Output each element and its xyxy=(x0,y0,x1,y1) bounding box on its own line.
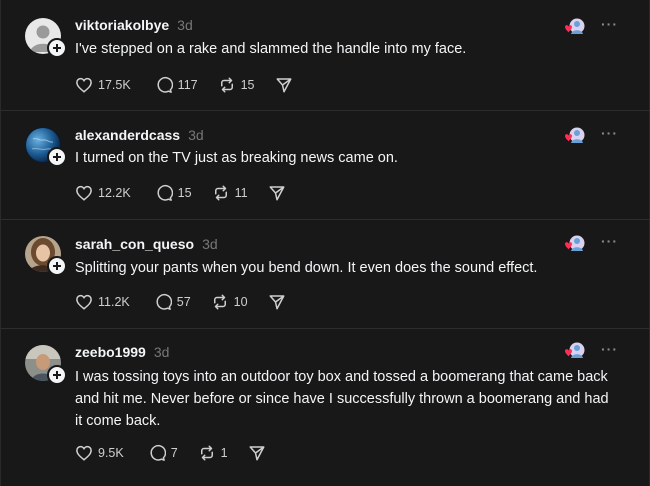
reply-count: 57 xyxy=(176,295,191,309)
like-button[interactable]: 11.2K xyxy=(75,293,130,311)
like-button[interactable]: 17.5K xyxy=(75,76,131,94)
post-text: I was tossing toys into an outdoor toy b… xyxy=(75,369,609,429)
post-text: I've stepped on a rake and slammed the h… xyxy=(75,41,467,57)
share-button[interactable] xyxy=(248,444,271,462)
reply-count: 7 xyxy=(170,446,178,460)
heart-icon xyxy=(76,445,92,461)
reply-button[interactable]: 117 xyxy=(155,76,198,94)
like-count: 9.5K xyxy=(98,446,124,460)
reply-button[interactable]: 7 xyxy=(148,444,178,462)
like-button[interactable]: 12.2K xyxy=(75,184,131,202)
like-count: 11.2K xyxy=(98,295,130,309)
repost-icon xyxy=(220,77,233,93)
reaction-icon[interactable] xyxy=(561,234,587,254)
repost-button[interactable]: 1 xyxy=(198,444,228,462)
reaction-icon[interactable] xyxy=(561,17,587,37)
post-actions: 11.2K 57 10 xyxy=(75,293,291,311)
repost-icon xyxy=(213,294,226,310)
post-header: viktoriakolbye 3d xyxy=(75,17,193,33)
comment-icon xyxy=(157,184,173,201)
username[interactable]: sarah_con_queso xyxy=(75,236,194,252)
comment-icon xyxy=(157,76,173,93)
heart-icon xyxy=(76,185,92,201)
timestamp: 3d xyxy=(202,236,218,252)
reply-count: 117 xyxy=(177,78,198,92)
reply-button[interactable]: 57 xyxy=(154,293,191,311)
more-icon[interactable]: ··· xyxy=(601,125,618,141)
repost-count: 15 xyxy=(240,78,255,92)
share-button[interactable] xyxy=(275,76,298,94)
post-header: zeebo1999 3d xyxy=(75,344,169,360)
like-count: 12.2K xyxy=(98,186,131,200)
reply-button[interactable]: 15 xyxy=(155,184,192,202)
heart-icon xyxy=(76,77,92,93)
follow-plus-icon[interactable] xyxy=(47,38,67,58)
share-icon xyxy=(269,295,285,310)
share-button[interactable] xyxy=(268,184,291,202)
post: zeebo1999 3d ··· I was tossing toys into … xyxy=(1,329,650,486)
follow-plus-icon[interactable] xyxy=(47,365,67,385)
repost-count: 11 xyxy=(234,186,248,200)
timestamp: 3d xyxy=(188,127,204,143)
post: sarah_con_queso 3d ··· Splitting your pan… xyxy=(1,220,650,329)
reaction-icon[interactable] xyxy=(561,341,587,361)
repost-icon xyxy=(200,445,213,461)
share-icon xyxy=(249,446,265,461)
post: viktoriakolbye 3d ··· I've stepped on a r… xyxy=(1,0,650,111)
post-text: I turned on the TV just as breaking news… xyxy=(75,150,398,166)
post: alexanderdcass 3d ··· I turned on the TV … xyxy=(1,111,650,220)
post-header: sarah_con_queso 3d xyxy=(75,236,218,252)
username[interactable]: alexanderdcass xyxy=(75,127,180,143)
timestamp: 3d xyxy=(153,344,170,360)
more-icon[interactable]: ··· xyxy=(601,16,618,32)
repost-count: 10 xyxy=(233,295,248,309)
reaction-icon[interactable] xyxy=(561,126,587,146)
repost-count: 1 xyxy=(220,446,228,460)
repost-button[interactable]: 15 xyxy=(218,76,255,94)
repost-button[interactable]: 11 xyxy=(212,184,248,202)
post-actions: 17.5K 117 15 xyxy=(75,76,298,94)
share-icon xyxy=(276,78,292,93)
repost-icon xyxy=(214,185,227,201)
comment-icon xyxy=(150,444,166,461)
share-icon xyxy=(269,186,285,201)
post-header: alexanderdcass 3d xyxy=(75,127,204,143)
follow-plus-icon[interactable] xyxy=(47,256,67,276)
post-actions: 9.5K 7 1 xyxy=(75,444,271,462)
username[interactable]: viktoriakolbye xyxy=(75,17,169,33)
follow-plus-icon[interactable] xyxy=(47,147,67,167)
like-count: 17.5K xyxy=(98,78,131,92)
post-text: Splitting your pants when you bend down.… xyxy=(75,260,538,276)
post-actions: 12.2K 15 11 xyxy=(75,184,291,202)
share-button[interactable] xyxy=(268,293,291,311)
reply-count: 15 xyxy=(177,186,192,200)
repost-button[interactable]: 10 xyxy=(211,293,248,311)
more-icon[interactable]: ··· xyxy=(601,341,618,357)
more-icon[interactable]: ··· xyxy=(601,233,618,249)
username[interactable]: zeebo1999 xyxy=(75,344,146,360)
comment-icon xyxy=(156,293,172,310)
heart-icon xyxy=(76,294,92,310)
timestamp: 3d xyxy=(177,17,193,33)
feed: viktoriakolbye 3d ··· I've stepped on a r… xyxy=(0,0,650,486)
like-button[interactable]: 9.5K xyxy=(75,444,124,462)
